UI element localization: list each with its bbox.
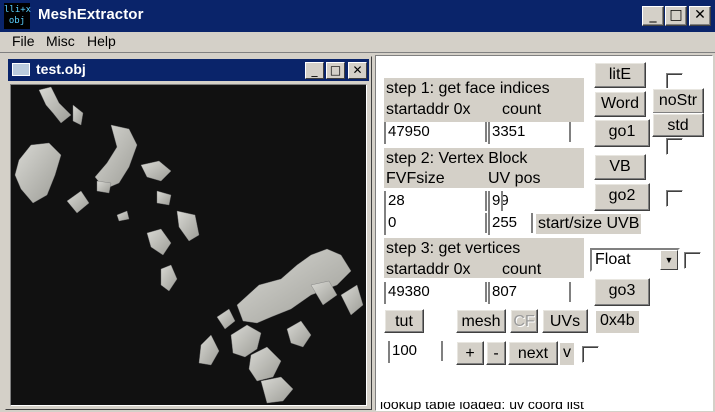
fvf-size-input[interactable]: 28	[384, 191, 487, 213]
mesh-fragment	[94, 124, 138, 190]
mesh-fragment	[140, 160, 172, 182]
mesh-fragment	[38, 86, 72, 124]
close-button[interactable]: ✕	[689, 6, 711, 26]
chevron-down-icon[interactable]: ▼	[660, 250, 678, 270]
nostr-button[interactable]: noStr	[652, 88, 704, 114]
next-button[interactable]: next	[508, 341, 558, 365]
mesh-fragment	[236, 248, 352, 324]
uvs-button[interactable]: UVs	[542, 309, 588, 333]
start-size-uvb-label: start/size UVB	[536, 214, 642, 234]
mesh-fragment	[286, 320, 312, 348]
mesh-fragment	[248, 346, 282, 382]
mesh-fragment	[176, 210, 200, 242]
mesh-render	[14, 86, 364, 404]
mesh-fragment	[96, 180, 112, 194]
go1-button[interactable]: go1	[594, 119, 650, 147]
uv-pos-input[interactable]: 99	[488, 191, 509, 213]
document-icon	[12, 63, 30, 76]
app-titlebar: lli+x obj MeshExtractor _ □ ✕	[0, 0, 715, 32]
step1-title: step 1: get face indices	[386, 80, 550, 97]
go2-button[interactable]: go2	[594, 183, 650, 211]
menu-help[interactable]: Help	[87, 33, 116, 49]
plus-button[interactable]: +	[456, 341, 484, 365]
child-close-button[interactable]: ✕	[348, 62, 367, 79]
step3-addr-input[interactable]: 49380	[384, 282, 487, 304]
workspace: test.obj _ □ ✕ step 1: get face indices …	[0, 52, 715, 412]
mesh-viewport[interactable]	[10, 84, 367, 406]
step2-title: step 2: Vertex Block	[386, 150, 528, 167]
std-checkbox[interactable]	[666, 138, 683, 155]
step3-count-label: count	[502, 261, 542, 278]
status-text: lookup table loaded: uv coord list	[380, 402, 584, 411]
mesh-fragment	[116, 210, 130, 222]
vb-button[interactable]: VB	[594, 154, 646, 180]
maximize-button[interactable]: □	[665, 6, 687, 26]
child-maximize-button[interactable]: □	[326, 62, 345, 79]
minimize-button[interactable]: _	[642, 6, 664, 26]
uvb-start-input[interactable]: 0	[384, 213, 487, 235]
control-panel: step 1: get face indices startaddr 0x co…	[375, 55, 713, 411]
go2-checkbox[interactable]	[666, 190, 683, 207]
step1-count-label: count	[502, 101, 542, 118]
lite-button[interactable]: litE	[594, 62, 646, 88]
step3-title: step 3: get vertices	[386, 240, 521, 257]
v-checkbox[interactable]	[582, 346, 599, 363]
mesh-viewer-title: test.obj	[36, 61, 86, 77]
mesh-fragment	[156, 190, 172, 206]
menubar: File Misc Help	[0, 32, 715, 52]
child-minimize-button[interactable]: _	[305, 62, 324, 79]
mesh-button[interactable]: mesh	[456, 309, 506, 333]
fvf-label: FVFsize	[386, 170, 445, 187]
mesh-fragment	[340, 284, 364, 316]
mesh-fragment	[146, 228, 172, 256]
step1-count-input[interactable]: 3351	[488, 122, 571, 144]
mesh-fragment	[198, 334, 220, 366]
uv-pos-label: UV pos	[488, 170, 541, 187]
std-button[interactable]: std	[652, 113, 704, 137]
word-button[interactable]: Word	[594, 91, 646, 117]
format-select[interactable]: Float ▼	[590, 248, 680, 272]
mesh-fragment	[14, 142, 62, 204]
hex-value-label: 0x4b	[596, 311, 639, 333]
menu-file[interactable]: File	[12, 33, 35, 49]
v-label: v	[560, 343, 574, 365]
menu-misc[interactable]: Misc	[46, 33, 75, 49]
format-checkbox[interactable]	[684, 252, 701, 269]
mesh-fragment	[216, 308, 236, 330]
uvb-size-input[interactable]: 255	[488, 213, 533, 235]
mesh-fragment	[72, 104, 84, 126]
step1-addr-input[interactable]: 47950	[384, 122, 487, 144]
step3-addr-label: startaddr 0x	[386, 261, 471, 278]
minus-button[interactable]: -	[486, 341, 506, 365]
go3-button[interactable]: go3	[594, 278, 650, 306]
mesh-fragment	[260, 376, 294, 404]
status-footer: lookup table loaded: uv coord list	[376, 402, 712, 411]
tut-button[interactable]: tut	[384, 309, 424, 333]
step-value-input[interactable]: 100	[388, 341, 443, 363]
mesh-viewer-window: test.obj _ □ ✕	[5, 56, 372, 410]
app-icon: lli+x obj	[4, 3, 31, 29]
mesh-fragment	[160, 264, 178, 292]
step1-addr-label: startaddr 0x	[386, 101, 471, 118]
mesh-viewer-titlebar: test.obj _ □ ✕	[8, 59, 369, 81]
step3-count-input[interactable]: 807	[488, 282, 571, 304]
cf-button[interactable]: CF	[510, 309, 538, 333]
mesh-fragment	[66, 190, 90, 214]
app-title: MeshExtractor	[38, 6, 144, 23]
